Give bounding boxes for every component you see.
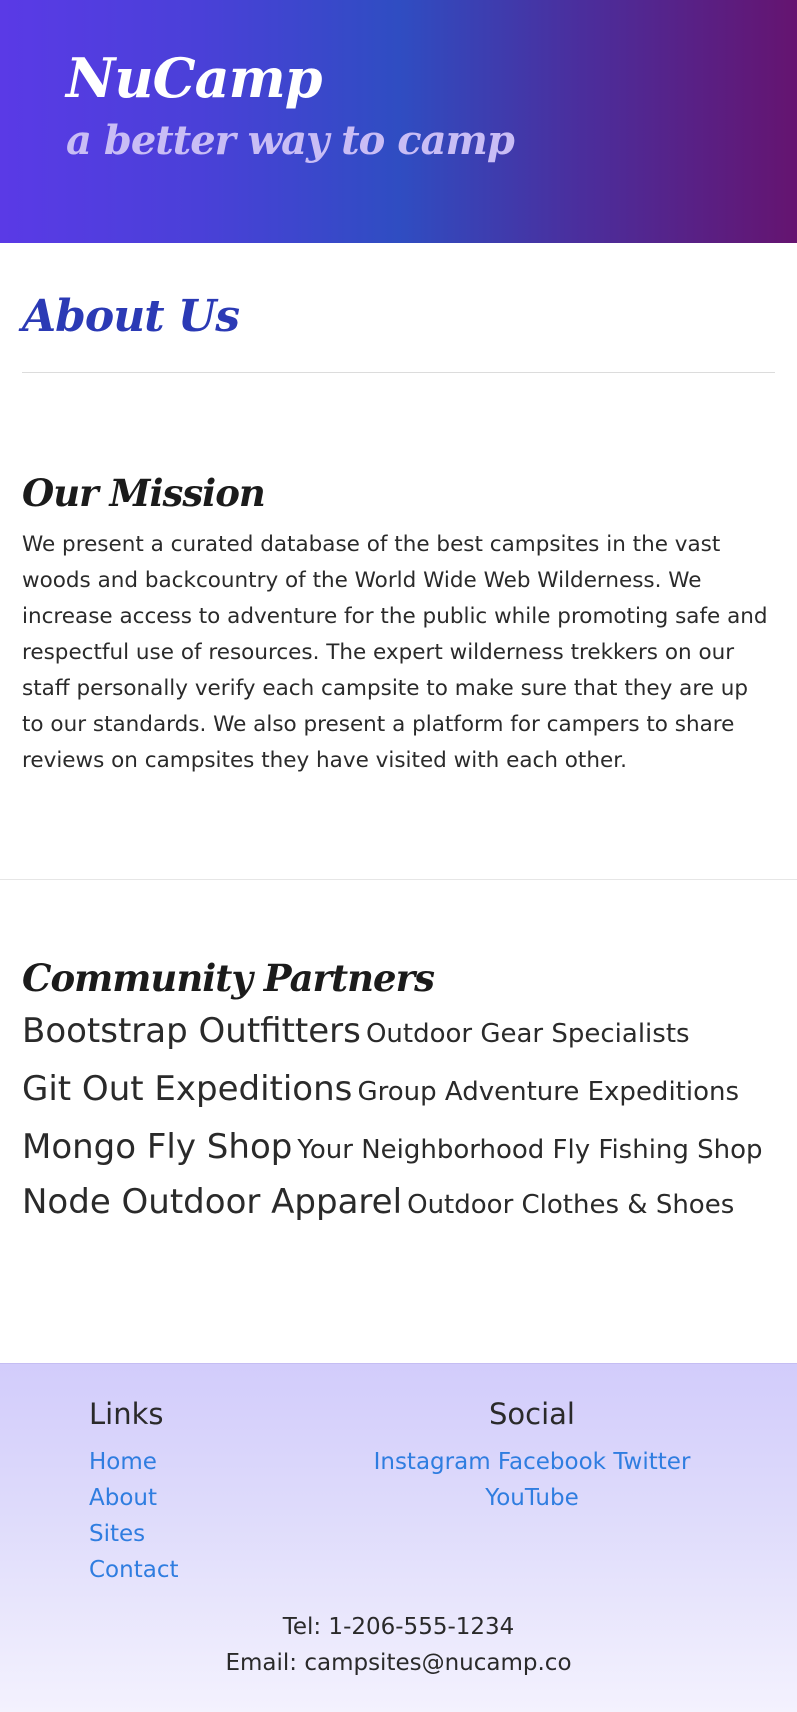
footer-contact: Tel: 1-206-555-1234 Email: campsites@nuc… [0,1609,797,1681]
brand-tagline: a better way to camp [66,116,515,164]
partner-description: Group Adventure Expeditions [357,1076,740,1107]
site-footer: Links Home About Sites Contact Social In… [0,1363,797,1712]
partner-list: Bootstrap Outfitters Outdoor Gear Specia… [22,1007,775,1229]
main-content: About Us Our Mission We present a curate… [0,291,797,779]
partner-description: Your Neighborhood Fly Fishing Shop [297,1134,763,1165]
contact-email: Email: campsites@nucamp.co [225,1650,572,1676]
social-link-instagram[interactable]: Instagram [374,1449,491,1475]
partner-name: Mongo Fly Shop [22,1126,293,1167]
partners-section: Community Partners Bootstrap Outfitters … [0,956,797,1228]
footer-link-item: Contact [89,1552,178,1588]
partner-description: Outdoor Gear Specialists [365,1018,690,1049]
partner-item: Node Outdoor Apparel Outdoor Clothes & S… [22,1178,775,1229]
footer-link-contact[interactable]: Contact [89,1557,178,1583]
footer-links-column: Links Home About Sites Contact [89,1394,178,1588]
footer-social-heading: Social [489,1397,575,1431]
brand-title: NuCamp [66,46,322,110]
footer-link-item: Sites [89,1516,178,1552]
partners-heading: Community Partners [22,956,435,1001]
header-jumbotron: NuCamp a better way to camp [0,0,797,243]
partner-name: Git Out Expeditions [22,1068,353,1109]
divider [22,371,775,373]
footer-social-column: Social Instagram Facebook Twitter YouTub… [340,1394,724,1516]
social-links: Instagram Facebook Twitter YouTube [340,1444,724,1516]
partner-name: Node Outdoor Apparel [22,1181,403,1222]
footer-link-item: Home [89,1444,178,1480]
partner-description: Outdoor Clothes & Shoes [407,1189,735,1220]
section-divider [0,879,797,881]
footer-link-sites[interactable]: Sites [89,1521,145,1547]
contact-tel: Tel: 1-206-555-1234 [282,1614,515,1640]
social-link-twitter[interactable]: Twitter [613,1449,690,1475]
page: NuCamp a better way to camp About Us Our… [0,0,797,1712]
footer-link-about[interactable]: About [89,1485,157,1511]
social-link-youtube[interactable]: YouTube [485,1485,579,1511]
partner-item: Git Out Expeditions Group Adventure Expe… [22,1065,775,1116]
footer-link-item: About [89,1480,178,1516]
partner-name: Bootstrap Outfitters [22,1010,361,1051]
partner-item: Bootstrap Outfitters Outdoor Gear Specia… [22,1007,775,1058]
footer-links-heading: Links [89,1397,164,1431]
mission-heading: Our Mission [22,470,266,515]
mission-text: We present a curated database of the bes… [22,532,768,774]
footer-links-list: Home About Sites Contact [89,1444,178,1588]
page-title: About Us [22,291,240,342]
footer-link-home[interactable]: Home [89,1449,157,1475]
social-link-facebook[interactable]: Facebook [498,1449,606,1475]
partner-item: Mongo Fly Shop Your Neighborhood Fly Fis… [22,1123,775,1171]
